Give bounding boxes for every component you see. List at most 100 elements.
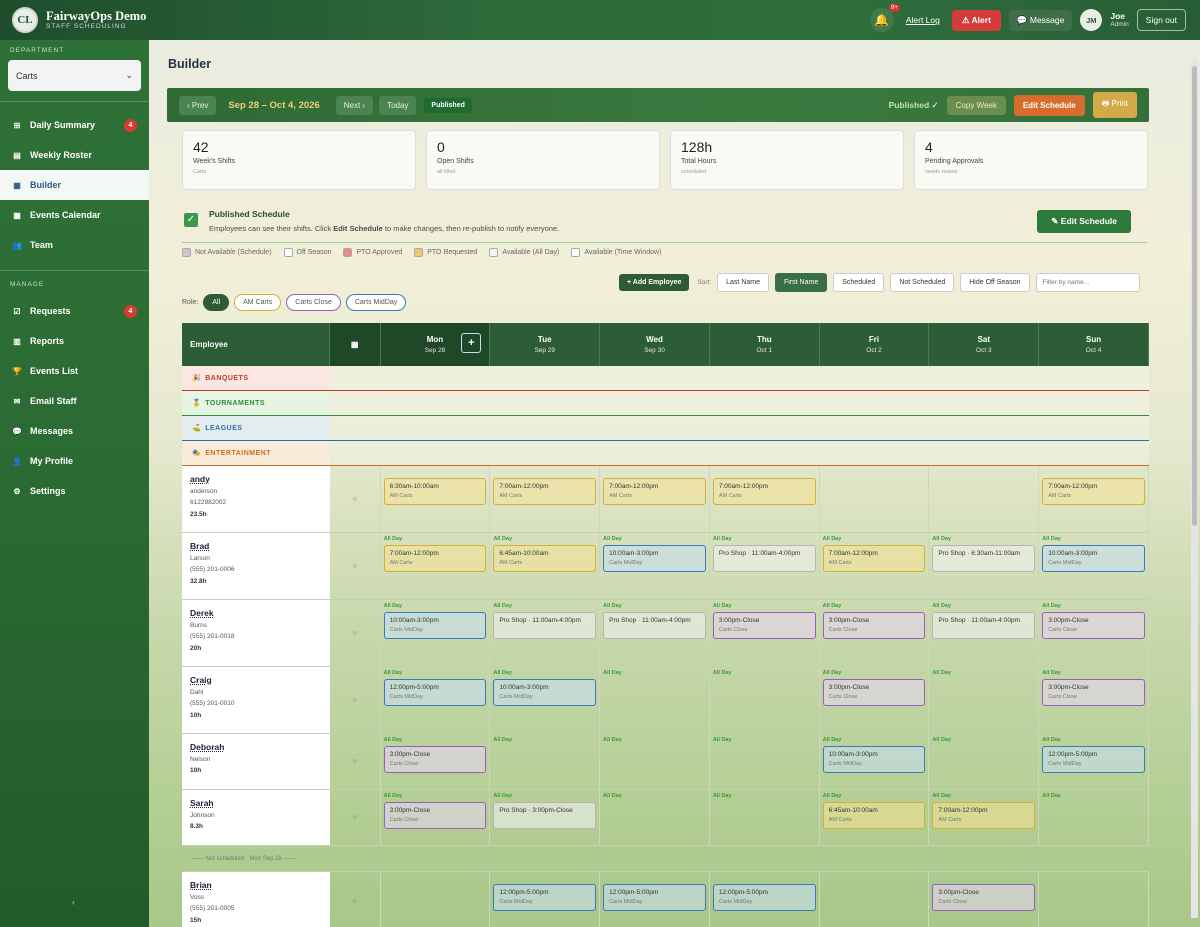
add-shift-button[interactable]: + <box>461 333 482 353</box>
sidebar-item-messages[interactable]: 💬 Messages <box>0 416 149 446</box>
shift-block[interactable]: 10:00am-3:00pm Carts MidDay <box>603 545 706 572</box>
shift-block[interactable]: 6:45am-10:00am AM Carts <box>822 802 926 829</box>
shift-block[interactable]: 10:00am-3:00pm Carts MidDay <box>1042 545 1145 572</box>
day-cell[interactable]: All Day <box>600 790 710 845</box>
day-cell[interactable]: All Day 6:45am-10:00am AM Carts <box>490 533 601 599</box>
alert-button[interactable]: ⚠ Alert <box>951 9 1001 31</box>
day-cell[interactable]: All Day 10:00am-3:00pm Carts MidDay <box>1039 533 1149 599</box>
role-filter-carts-midday[interactable]: Carts MidDay <box>345 294 407 311</box>
shift-block[interactable]: Pro Shop · 11:00am-4:00pm <box>712 545 816 572</box>
calendar-column-header[interactable]: ▦ <box>329 323 381 366</box>
employee-options-icon[interactable]: ○ <box>330 872 381 927</box>
shift-block[interactable]: 7:00am-12:00pm AM Carts <box>712 478 816 505</box>
day-cell[interactable]: All Day <box>600 734 710 789</box>
sidebar-item-email-staff[interactable]: ✉ Email Staff <box>0 386 149 416</box>
day-cell[interactable]: All Day <box>1039 790 1149 845</box>
day-cell[interactable]: All Day 3:00pm-Close Carts Close <box>820 600 930 666</box>
department-select[interactable]: Carts ⌄ <box>8 60 141 91</box>
employee-options-icon[interactable]: ○ <box>330 466 381 532</box>
shift-block[interactable]: 12:00pm-5:00pm Carts MidDay <box>603 884 706 911</box>
day-cell[interactable]: All Day Pro Shop · 6:30am-11:00am <box>929 533 1040 599</box>
shift-block[interactable]: Pro Shop · 11:00am-4:00pm <box>603 612 706 639</box>
message-button[interactable]: 💬 Message <box>1008 9 1073 31</box>
role-filter-am-carts[interactable]: AM Carts <box>234 294 282 311</box>
day-cell[interactable]: All Day <box>929 667 1040 733</box>
day-cell[interactable]: All Day Pro Shop · 11:00am-4:00pm <box>710 533 820 599</box>
shift-block[interactable]: 10:00am-3:00pm Carts MidDay <box>383 612 487 639</box>
shift-block[interactable]: 7:00am-12:00pm AM Carts <box>493 478 597 505</box>
day-cell[interactable] <box>1039 872 1149 927</box>
day-cell[interactable]: All Day 7:00am-12:00pm AM Carts <box>929 790 1040 845</box>
hide-off-season-button[interactable]: Hide Off Season <box>960 273 1030 292</box>
day-cell[interactable]: All Day Pro Shop · 11:00am-4:00pm <box>929 600 1040 666</box>
sort-last-name-button[interactable]: Last Name <box>717 273 769 292</box>
day-cell[interactable]: All Day 3:00pm-Close Carts Close <box>820 667 930 733</box>
day-cell[interactable]: All Day 10:00am-3:00pm Carts MidDay <box>600 533 710 599</box>
employee-name[interactable]: Deborah <box>190 740 322 754</box>
sidebar-item-builder[interactable]: ▦ Builder <box>0 170 149 200</box>
shift-block[interactable]: 7:00am-12:00pm AM Carts <box>932 802 1036 829</box>
employee-name[interactable]: Brad <box>190 539 322 553</box>
employee-name[interactable]: Derek <box>190 606 322 620</box>
shift-block[interactable]: 12:00pm-5:00pm Carts MidDay <box>1042 746 1145 773</box>
shift-block[interactable]: 10:00am-3:00pm Carts MidDay <box>493 679 597 706</box>
shift-block[interactable]: 6:30am-10:00am AM Carts <box>383 478 487 505</box>
employee-options-icon[interactable]: ○ <box>330 600 381 666</box>
day-cell[interactable]: 12:00pm-5:00pm Carts MidDay <box>600 872 710 927</box>
shift-block[interactable]: 3:00pm-Close Carts Close <box>822 612 926 639</box>
filter-name-input[interactable] <box>1035 273 1140 292</box>
employee-name[interactable]: Brian <box>190 878 322 892</box>
day-cell[interactable]: All Day 12:00pm-5:00pm Carts MidDay <box>1039 734 1149 789</box>
shift-block[interactable]: 7:00am-12:00pm AM Carts <box>603 478 706 505</box>
today-button[interactable]: Today <box>379 95 417 115</box>
shift-block[interactable]: Pro Shop · 11:00am-4:00pm <box>493 612 597 639</box>
collapse-sidebar-icon[interactable]: ‹ <box>72 897 75 907</box>
day-cell[interactable]: 12:00pm-5:00pm Carts MidDay <box>490 872 601 927</box>
day-cell[interactable]: 3:00pm-Close Carts Close <box>929 872 1040 927</box>
shift-block[interactable]: Pro Shop · 3:00pm-Close <box>493 802 597 829</box>
add-employee-button[interactable]: + Add Employee <box>619 274 690 291</box>
day-cell[interactable] <box>820 872 930 927</box>
day-cell[interactable]: All Day <box>490 734 601 789</box>
employee-name[interactable]: andy <box>190 472 322 486</box>
day-cell[interactable]: All Day 3:00pm-Close Carts Close <box>1039 600 1149 666</box>
next-week-button[interactable]: Next › <box>335 95 374 115</box>
role-filter-carts-close[interactable]: Carts Close <box>286 294 341 311</box>
shift-block[interactable]: 3:00pm-Close Carts Close <box>712 612 816 639</box>
scrollbar[interactable] <box>1191 58 1198 918</box>
day-cell[interactable]: All Day 12:00pm-5:00pm Carts MidDay <box>381 667 491 733</box>
day-cell[interactable]: All Day 6:45am-10:00am AM Carts <box>820 790 930 845</box>
shift-block[interactable]: 7:00am-12:00pm AM Carts <box>1042 478 1145 505</box>
copy-week-button[interactable]: Copy Week <box>946 95 1006 115</box>
sign-out-button[interactable]: Sign out <box>1136 9 1186 31</box>
shift-block[interactable]: 10:00am-3:00pm Carts MidDay <box>822 746 926 773</box>
day-cell[interactable]: All Day <box>710 790 820 845</box>
shift-block[interactable]: 3:00pm-Close Carts Close <box>932 884 1036 911</box>
scrollbar-thumb[interactable] <box>1192 66 1197 526</box>
day-cell[interactable]: 7:00am-12:00pm AM Carts <box>490 466 601 532</box>
sort-first-name-button[interactable]: First Name <box>775 273 828 292</box>
shift-block[interactable]: 6:45am-10:00am AM Carts <box>493 545 597 572</box>
day-cell[interactable]: All Day 10:00am-3:00pm Carts MidDay <box>820 734 930 789</box>
sidebar-item-requests[interactable]: ☑ Requests 4 <box>0 296 149 326</box>
shift-block[interactable]: 7:00am-12:00pm AM Carts <box>822 545 926 572</box>
prev-week-button[interactable]: ‹ Prev <box>179 95 217 115</box>
day-cell[interactable]: All Day 3:00pm-Close Carts Close <box>381 734 491 789</box>
day-cell[interactable]: All Day <box>710 667 820 733</box>
day-cell[interactable]: 6:30am-10:00am AM Carts <box>381 466 491 532</box>
sort-not-scheduled-button[interactable]: Not Scheduled <box>890 273 955 292</box>
day-cell[interactable]: All Day 7:00am-12:00pm AM Carts <box>381 533 491 599</box>
sidebar-item-team[interactable]: 👥 Team <box>0 230 149 260</box>
day-cell[interactable]: All Day <box>600 667 710 733</box>
shift-block[interactable]: 12:00pm-5:00pm Carts MidDay <box>712 884 816 911</box>
sidebar-item-weekly-roster[interactable]: ▤ Weekly Roster <box>0 140 149 170</box>
day-cell[interactable]: All Day 10:00am-3:00pm Carts MidDay <box>381 600 491 666</box>
shift-block[interactable]: 3:00pm-Close Carts Close <box>1042 679 1145 706</box>
day-cell[interactable]: All Day <box>710 734 820 789</box>
employee-options-icon[interactable]: ○ <box>330 790 381 845</box>
shift-block[interactable]: 3:00pm-Close Carts Close <box>1042 612 1145 639</box>
sidebar-item-daily-summary[interactable]: ⊞ Daily Summary 4 <box>0 110 149 140</box>
shift-block[interactable]: 12:00pm-5:00pm Carts MidDay <box>383 679 487 706</box>
role-filter-all[interactable]: All <box>203 294 230 311</box>
day-cell[interactable]: All Day Pro Shop · 11:00am-4:00pm <box>600 600 710 666</box>
